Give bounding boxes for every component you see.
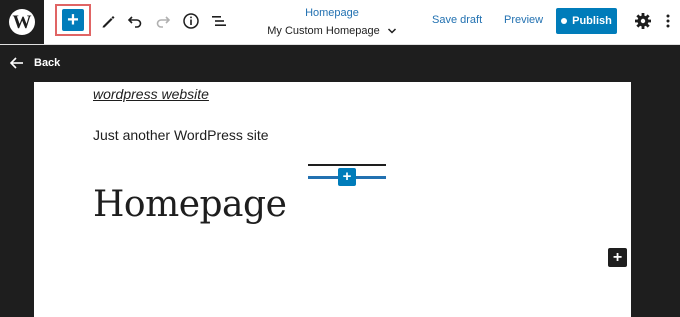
block-inserter-button[interactable]: + xyxy=(62,9,84,31)
preview-button[interactable]: Preview xyxy=(504,14,543,26)
list-view-icon[interactable] xyxy=(207,9,231,33)
add-block-button[interactable]: + xyxy=(608,248,627,267)
pen-tool-icon[interactable] xyxy=(96,9,120,33)
page-heading[interactable]: Homepage xyxy=(93,184,287,225)
status-dot-icon xyxy=(561,18,568,24)
separator-block[interactable] xyxy=(308,164,386,166)
more-vertical-icon[interactable] xyxy=(662,10,674,32)
watermark: 知乎 @WP创新工作室 xyxy=(478,282,628,298)
template-name: Homepage xyxy=(305,7,359,19)
wordpress-logo-circle: W xyxy=(9,9,35,35)
publish-button[interactable]: Publish xyxy=(556,8,617,34)
wordpress-logo-icon[interactable]: W xyxy=(0,0,44,44)
between-blocks-inserter-button[interactable]: + xyxy=(338,168,356,186)
back-button[interactable]: Back xyxy=(10,57,60,69)
page-title: My Custom Homepage xyxy=(252,23,412,39)
page-title-text: My Custom Homepage xyxy=(267,25,380,37)
back-bar: Back xyxy=(0,45,680,81)
publish-label: Publish xyxy=(572,15,612,27)
arrow-left-icon xyxy=(10,57,23,69)
site-title[interactable]: wordpress website xyxy=(93,86,209,102)
undo-icon[interactable] xyxy=(123,9,147,33)
editor-header: W + Homepage My Custom Homepage Save dra… xyxy=(0,0,680,45)
chevron-down-icon xyxy=(387,28,396,34)
site-tagline[interactable]: Just another WordPress site xyxy=(93,127,269,143)
info-icon[interactable] xyxy=(179,9,203,33)
save-draft-button[interactable]: Save draft xyxy=(432,14,482,26)
document-title-area[interactable]: Homepage My Custom Homepage xyxy=(252,6,412,39)
gear-icon[interactable] xyxy=(632,10,654,32)
redo-icon[interactable] xyxy=(151,9,175,33)
inserter-highlight-box: + xyxy=(55,4,91,36)
back-label: Back xyxy=(34,57,61,69)
wordpress-logo-letter: W xyxy=(12,12,32,33)
